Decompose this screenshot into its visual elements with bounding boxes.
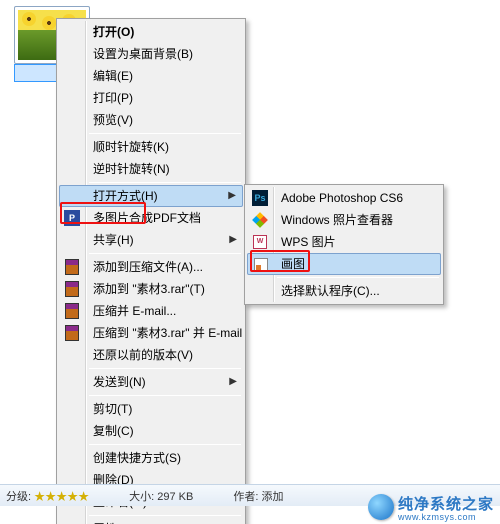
menu-zip-email[interactable]: 压缩并 E-mail... <box>59 300 243 322</box>
separator <box>89 133 241 134</box>
watermark-title: 纯净系统之家 <box>398 493 494 514</box>
menu-add-archive-label: 添加到压缩文件(A)... <box>93 260 203 274</box>
menu-preview[interactable]: 预览(V) <box>59 109 243 131</box>
paint-icon <box>252 256 270 274</box>
menu-pdf-merge[interactable]: P 多图片合成PDF文档 <box>59 207 243 229</box>
wps-icon: W <box>251 233 269 251</box>
submenu-windows-viewer[interactable]: Windows 照片查看器 <box>247 209 441 231</box>
windows-viewer-icon <box>251 211 269 229</box>
menu-send-to[interactable]: 发送到(N) ▶ <box>59 371 243 393</box>
menu-set-background[interactable]: 设置为桌面背景(B) <box>59 43 243 65</box>
menu-open-with[interactable]: 打开方式(H) ▶ <box>59 185 243 207</box>
separator <box>89 515 241 516</box>
submenu-choose-default[interactable]: 选择默认程序(C)... <box>247 280 441 302</box>
separator <box>89 444 241 445</box>
archive-icon <box>63 302 81 320</box>
submenu-wps[interactable]: W WPS 图片 <box>247 231 441 253</box>
menu-add-archive[interactable]: 添加到压缩文件(A)... <box>59 256 243 278</box>
watermark: 纯净系统之家 www.kzmsys.com <box>368 490 494 524</box>
archive-icon <box>63 324 81 342</box>
submenu-photoshop[interactable]: Ps Adobe Photoshop CS6 <box>247 187 441 209</box>
separator <box>89 368 241 369</box>
photoshop-icon: Ps <box>251 189 269 207</box>
menu-properties[interactable]: 属性(R) <box>59 518 243 524</box>
menu-cut[interactable]: 剪切(T) <box>59 398 243 420</box>
archive-icon <box>63 258 81 276</box>
menu-zip-rar-email-label: 压缩到 "素材3.rar" 并 E-mail <box>93 326 242 340</box>
menu-zip-email-label: 压缩并 E-mail... <box>93 304 176 318</box>
archive-icon <box>63 280 81 298</box>
submenu-arrow-icon: ▶ <box>228 186 236 206</box>
menu-copy[interactable]: 复制(C) <box>59 420 243 442</box>
watermark-logo-icon <box>368 494 394 520</box>
menu-share[interactable]: 共享(H) ▶ <box>59 229 243 251</box>
menu-zip-rar-email[interactable]: 压缩到 "素材3.rar" 并 E-mail <box>59 322 243 344</box>
watermark-url: www.kzmsys.com <box>398 512 476 522</box>
open-with-submenu: Ps Adobe Photoshop CS6 Windows 照片查看器 W W… <box>244 184 444 305</box>
menu-restore-previous[interactable]: 还原以前的版本(V) <box>59 344 243 366</box>
submenu-photoshop-label: Adobe Photoshop CS6 <box>281 191 403 205</box>
status-author-value: 添加 <box>261 491 283 503</box>
menu-add-rar-label: 添加到 "素材3.rar"(T) <box>93 282 205 296</box>
menu-open-with-label: 打开方式(H) <box>93 189 158 203</box>
menu-edit[interactable]: 编辑(E) <box>59 65 243 87</box>
menu-add-rar[interactable]: 添加到 "素材3.rar"(T) <box>59 278 243 300</box>
submenu-wps-label: WPS 图片 <box>281 235 336 249</box>
context-menu: 打开(O) 设置为桌面背景(B) 编辑(E) 打印(P) 预览(V) 顺时针旋转… <box>56 18 246 524</box>
menu-open[interactable]: 打开(O) <box>59 21 243 43</box>
submenu-arrow-icon: ▶ <box>229 371 237 393</box>
menu-print[interactable]: 打印(P) <box>59 87 243 109</box>
status-size-value: 297 KB <box>157 491 193 503</box>
menu-create-shortcut[interactable]: 创建快捷方式(S) <box>59 447 243 469</box>
status-size-label: 大小: <box>129 491 154 503</box>
status-rating-label: 分级: <box>6 491 31 503</box>
submenu-paint[interactable]: 画图 <box>247 253 441 275</box>
separator <box>89 253 241 254</box>
submenu-windows-viewer-label: Windows 照片查看器 <box>281 213 393 227</box>
menu-rotate-cw[interactable]: 顺时针旋转(K) <box>59 136 243 158</box>
status-author-label: 作者: <box>233 491 258 503</box>
menu-send-to-label: 发送到(N) <box>93 375 146 389</box>
menu-pdf-merge-label: 多图片合成PDF文档 <box>93 211 201 225</box>
menu-share-label: 共享(H) <box>93 233 134 247</box>
pdf-icon: P <box>63 209 81 227</box>
separator <box>89 182 241 183</box>
menu-rotate-ccw[interactable]: 逆时针旋转(N) <box>59 158 243 180</box>
submenu-paint-label: 画图 <box>281 257 305 271</box>
separator <box>277 277 439 278</box>
submenu-arrow-icon: ▶ <box>229 229 237 251</box>
separator <box>89 395 241 396</box>
